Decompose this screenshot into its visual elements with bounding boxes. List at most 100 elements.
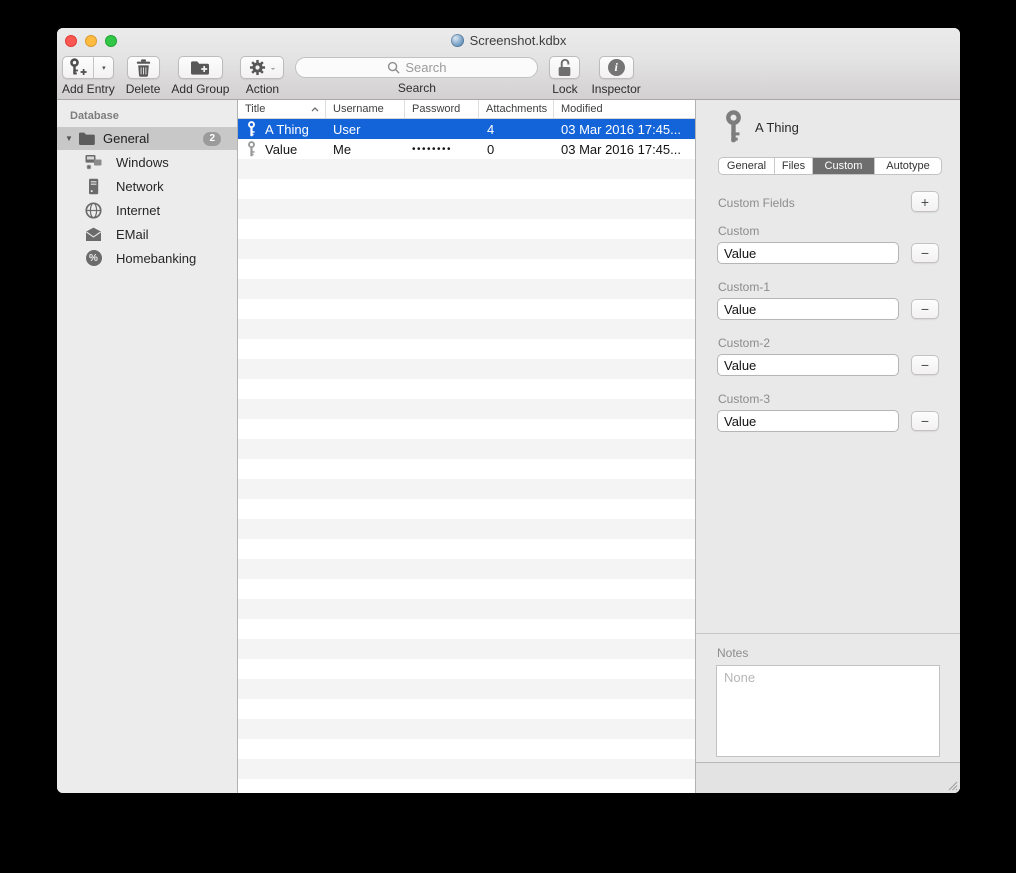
custom-field-label: Custom-2	[718, 336, 770, 350]
custom-field-label: Custom	[718, 224, 759, 238]
sidebar-item-label: Internet	[116, 203, 160, 218]
search-label: Search	[398, 81, 436, 95]
remove-custom-field-button[interactable]: −	[911, 243, 939, 263]
add-group-button[interactable]	[178, 56, 223, 79]
document-proxy-icon[interactable]	[451, 34, 464, 47]
add-custom-field-button[interactable]: +	[911, 191, 939, 212]
folder-plus-icon	[190, 60, 210, 75]
notes-textarea[interactable]	[716, 665, 940, 757]
folder-icon	[78, 131, 95, 146]
toolbar: ▾ Add Entry Delete	[57, 53, 960, 96]
search-input[interactable]: Search	[295, 57, 538, 78]
lock-button[interactable]	[549, 56, 580, 79]
column-header-attachments[interactable]: Attachments	[479, 100, 554, 118]
toolbar-item-delete: Delete	[126, 56, 161, 96]
window-chrome: Screenshot.kdbx ▾	[57, 28, 960, 100]
entry-row-a-thing[interactable]: A Thing User 4 03 Mar 2016 17:45...	[238, 119, 695, 139]
entry-password: ••••••••	[405, 144, 479, 155]
remove-custom-field-button[interactable]: −	[911, 299, 939, 319]
sort-ascending-icon	[311, 107, 319, 112]
inspector-panel: A Thing General Files Custom Autotype Cu…	[696, 100, 960, 793]
title-wrap: Screenshot.kdbx	[57, 28, 960, 53]
column-header-username[interactable]: Username	[326, 100, 405, 118]
sidebar-item-label: Network	[116, 179, 164, 194]
key-icon	[246, 121, 257, 137]
delete-label: Delete	[126, 82, 161, 96]
add-group-label: Add Group	[171, 82, 229, 96]
key-icon	[246, 141, 257, 157]
entry-attachments: 0	[479, 142, 554, 157]
globe-icon	[85, 202, 102, 219]
custom-field-label: Custom-3	[718, 392, 770, 406]
column-header-title[interactable]: Title	[238, 100, 326, 118]
resize-grip[interactable]	[946, 779, 958, 791]
sidebar-item-homebanking[interactable]: % Homebanking	[57, 246, 237, 270]
delete-button[interactable]	[127, 56, 160, 79]
minus-icon: −	[921, 358, 929, 372]
key-plus-icon	[68, 58, 88, 77]
sidebar-header: Database	[57, 100, 237, 127]
entry-username: Me	[326, 142, 405, 157]
search-placeholder: Search	[405, 60, 446, 75]
column-header-password[interactable]: Password	[405, 100, 479, 118]
entry-username: User	[326, 122, 405, 137]
add-entry-main-segment[interactable]	[63, 57, 94, 78]
sidebar-item-email[interactable]: EMail	[57, 222, 237, 246]
disclosure-triangle-icon[interactable]: ▼	[65, 134, 75, 143]
window-title: Screenshot.kdbx	[470, 33, 567, 48]
inspector-entry-title: A Thing	[755, 120, 799, 135]
toolbar-item-action: ⌄ Action	[240, 56, 284, 96]
toolbar-item-search: Search Search	[295, 56, 538, 95]
custom-fields-label: Custom Fields	[718, 196, 795, 210]
tab-files[interactable]: Files	[775, 158, 813, 174]
sidebar-item-internet[interactable]: Internet	[57, 198, 237, 222]
tab-autotype[interactable]: Autotype	[875, 158, 941, 174]
minus-icon: −	[921, 246, 929, 260]
entry-key-icon	[724, 110, 743, 143]
notes-label: Notes	[717, 646, 748, 660]
sidebar-item-label: Homebanking	[116, 251, 196, 266]
plus-icon: +	[921, 195, 929, 209]
remove-custom-field-button[interactable]: −	[911, 411, 939, 431]
inspector-button[interactable]: i	[599, 56, 634, 79]
minus-icon: −	[921, 302, 929, 316]
entry-table: Title Username Password Attachments Modi…	[238, 100, 696, 793]
entry-modified: 03 Mar 2016 17:45...	[554, 142, 695, 157]
action-button[interactable]: ⌄	[240, 56, 284, 79]
sidebar-group-general[interactable]: ▼ General 2	[57, 127, 237, 150]
remove-custom-field-button[interactable]: −	[911, 355, 939, 375]
tab-general[interactable]: General	[719, 158, 775, 174]
add-entry-dropdown-segment[interactable]: ▾	[94, 57, 113, 78]
entry-modified: 03 Mar 2016 17:45...	[554, 122, 695, 137]
windows-icon	[85, 154, 102, 171]
custom-field-input[interactable]	[717, 298, 899, 320]
action-label: Action	[246, 82, 279, 96]
custom-field-input[interactable]	[717, 354, 899, 376]
add-entry-button[interactable]: ▾	[62, 56, 114, 79]
inspector-bottom-bar	[696, 762, 960, 793]
tab-custom[interactable]: Custom	[813, 158, 875, 174]
column-header-modified[interactable]: Modified	[554, 100, 695, 118]
entry-row-value[interactable]: Value Me •••••••• 0 03 Mar 2016 17:45...	[238, 139, 695, 159]
custom-field-input[interactable]	[717, 410, 899, 432]
toolbar-item-add-entry: ▾ Add Entry	[62, 56, 115, 96]
entry-count-badge: 2	[203, 132, 221, 146]
info-icon: i	[608, 59, 625, 76]
search-icon	[387, 61, 400, 74]
content-area: Database ▼ General 2	[57, 100, 960, 793]
custom-field-input[interactable]	[717, 242, 899, 264]
chevron-down-icon: ⌄	[270, 64, 277, 71]
titlebar[interactable]: Screenshot.kdbx	[57, 28, 960, 53]
sidebar-group-label: General	[103, 131, 149, 146]
table-body[interactable]: A Thing User 4 03 Mar 2016 17:45...	[238, 119, 695, 793]
entry-title: A Thing	[265, 122, 309, 137]
app-window: Screenshot.kdbx ▾	[57, 28, 960, 793]
trash-icon	[136, 59, 151, 77]
sidebar-item-network[interactable]: Network	[57, 174, 237, 198]
sidebar-item-label: Windows	[116, 155, 169, 170]
sidebar-item-windows[interactable]: Windows	[57, 150, 237, 174]
table-header: Title Username Password Attachments Modi…	[238, 100, 695, 119]
notes-separator	[696, 633, 960, 634]
lock-label: Lock	[552, 82, 577, 96]
entry-title: Value	[265, 142, 297, 157]
